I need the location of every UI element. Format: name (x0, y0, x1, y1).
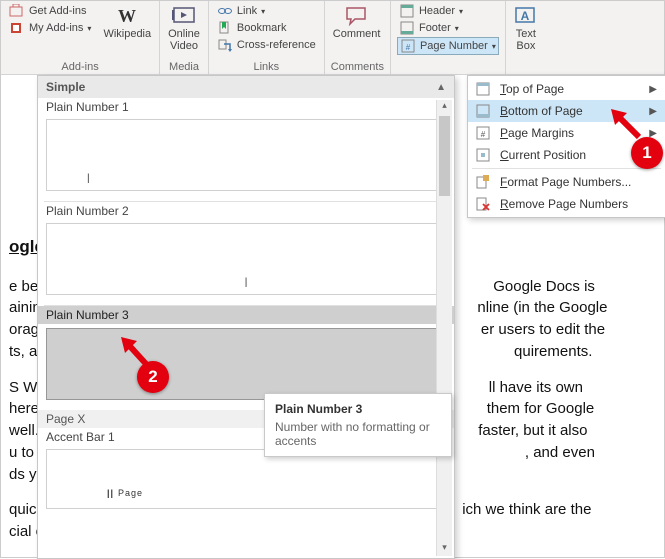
page-top-icon (474, 81, 492, 97)
comment-label: Comment (333, 28, 381, 40)
wikipedia-icon: W (115, 5, 139, 27)
page-number-label: Page Number (420, 40, 488, 52)
my-addins-label: My Add-ins (29, 22, 83, 34)
gallery-item-plain-3[interactable] (46, 328, 446, 400)
online-video-button[interactable]: Online Video (166, 3, 202, 54)
text-box-label: Text Box (516, 28, 536, 52)
ribbon: Get Add-ins My Add-ins ▾ W Wikipedia Add… (1, 1, 664, 75)
current-position-icon (474, 147, 492, 163)
header-icon (399, 4, 415, 18)
header-label: Header (419, 5, 455, 17)
link-label: Link (237, 5, 257, 17)
footer-button[interactable]: Footer ▾ (397, 20, 499, 36)
text-box-icon: A (514, 5, 538, 27)
get-addins-button[interactable]: Get Add-ins (7, 3, 93, 19)
gallery-item-accent-1[interactable]: ||Page (46, 449, 446, 509)
group-comments-label: Comments (331, 61, 384, 75)
gallery-item-plain-1-label: Plain Number 1 (38, 98, 454, 115)
group-addins: Get Add-ins My Add-ins ▾ W Wikipedia Add… (1, 1, 160, 75)
gallery-item-plain-2-label: Plain Number 2 (38, 202, 454, 219)
my-addins-button[interactable]: My Add-ins ▾ (7, 20, 93, 36)
get-addins-label: Get Add-ins (29, 5, 86, 17)
wikipedia-label: Wikipedia (103, 28, 151, 40)
callout-arrow-2 (121, 337, 155, 371)
footer-icon (399, 21, 415, 35)
group-text: A Text Box (506, 1, 546, 75)
gallery-item-plain-1[interactable]: | (46, 119, 446, 191)
gallery-scrollbar[interactable]: ▴ ▾ (436, 100, 452, 556)
bookmark-icon (217, 21, 233, 35)
gallery-item-plain-3-label: Plain Number 3 (38, 306, 454, 324)
svg-text:#: # (481, 130, 486, 139)
group-addins-label: Add-ins (7, 61, 153, 75)
page-number-button[interactable]: # Page Number ▾ (397, 37, 499, 55)
callout-arrow-1 (611, 109, 649, 143)
page-margins-icon: # (474, 125, 492, 141)
bookmark-button[interactable]: Bookmark (215, 20, 318, 36)
cross-ref-label: Cross-reference (237, 39, 316, 51)
group-links: Link ▾ Bookmark Cross-reference Links (209, 1, 325, 75)
tooltip-body: Number with no formatting or accents (275, 420, 441, 448)
online-video-label: Online Video (168, 28, 200, 52)
page-bottom-icon (474, 103, 492, 119)
group-media-label: Media (166, 61, 202, 75)
comment-icon (345, 5, 369, 27)
chevron-up-icon[interactable]: ▲ (436, 82, 446, 93)
gallery-simple-header: Simple ▲ (38, 76, 454, 98)
remove-icon (474, 196, 492, 212)
page-number-gallery: Simple ▲ Plain Number 1 | Plain Number 2… (37, 75, 455, 559)
gallery-item-plain-2[interactable]: | (46, 223, 446, 295)
link-button[interactable]: Link ▾ (215, 3, 318, 19)
group-header-footer: Header ▾ Footer ▾ # Page Number ▾ (391, 1, 506, 75)
submenu-arrow-icon: ▶ (649, 106, 657, 117)
group-links-label: Links (215, 61, 318, 75)
wikipedia-button[interactable]: W Wikipedia (101, 3, 153, 42)
cross-ref-icon (217, 38, 233, 52)
group-hf-label (397, 61, 499, 75)
addins-icon (9, 21, 25, 35)
group-comments: Comment Comments (325, 1, 391, 75)
submenu-arrow-icon: ▶ (649, 84, 657, 95)
svg-text:W: W (118, 6, 136, 26)
bookmark-label: Bookmark (237, 22, 287, 34)
store-icon (9, 4, 25, 18)
svg-text:#: # (406, 43, 411, 52)
group-media: Online Video Media (160, 1, 209, 75)
menu-separator (472, 168, 661, 169)
link-icon (217, 4, 233, 18)
text-box-button[interactable]: A Text Box (512, 3, 540, 54)
header-button[interactable]: Header ▾ (397, 3, 499, 19)
comment-button[interactable]: Comment (331, 3, 383, 42)
menu-remove-page-numbers[interactable]: Remove Page Numbers (468, 193, 665, 215)
menu-top-of-page[interactable]: Top of Page ▶ (468, 78, 665, 100)
cross-reference-button[interactable]: Cross-reference (215, 37, 318, 53)
page-number-icon: # (400, 39, 416, 53)
gallery-tooltip: Plain Number 3 Number with no formatting… (264, 393, 452, 457)
format-icon (474, 174, 492, 190)
svg-text:A: A (521, 9, 530, 23)
footer-label: Footer (419, 22, 451, 34)
tooltip-title: Plain Number 3 (275, 402, 441, 416)
menu-format-page-numbers[interactable]: Format Page Numbers... (468, 171, 665, 193)
video-icon (172, 5, 196, 27)
